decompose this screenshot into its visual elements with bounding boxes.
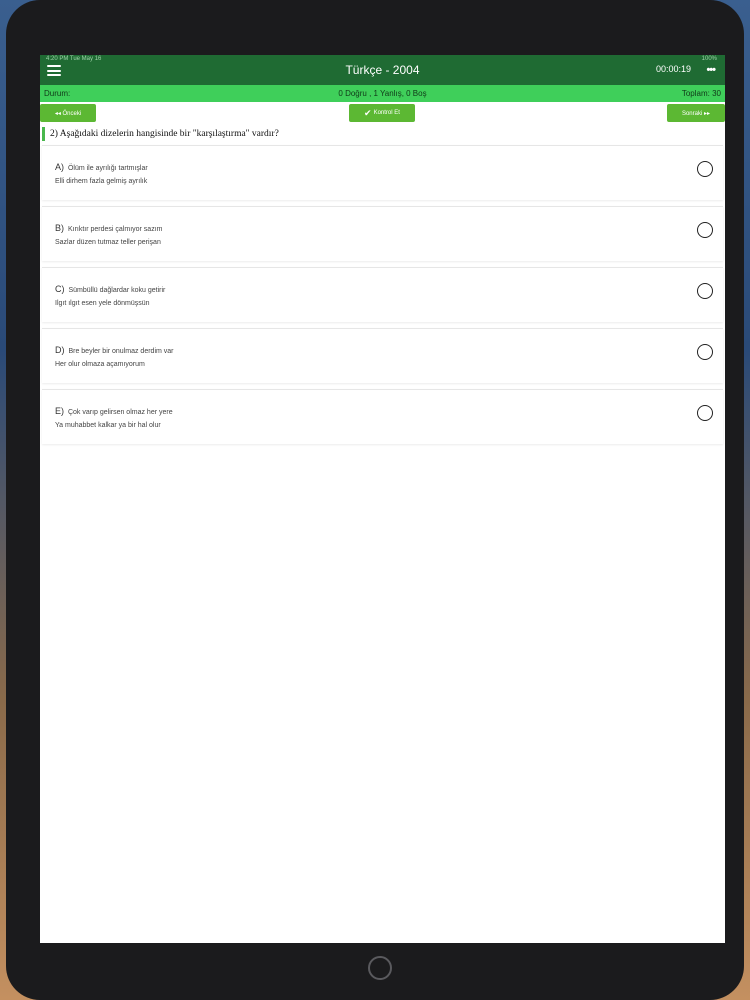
option-line2: Elli dirhem fazla gelmiş ayrılık bbox=[55, 178, 148, 185]
option-b[interactable]: B) Kırıktır perdesi çalmıyor sazım Sazla… bbox=[42, 206, 723, 261]
option-line1: Sümbüllü dağlardar koku getirir bbox=[68, 287, 166, 294]
check-button-label: Kontrol Et bbox=[373, 110, 400, 116]
option-letter: D) bbox=[55, 345, 65, 355]
navigation-bar: 4:20 PM Tue May 16 100% Türkçe - 2004 00… bbox=[40, 55, 725, 85]
option-line2: Ilgıt ılgıt esen yele dönmüşsün bbox=[55, 300, 150, 307]
home-button[interactable] bbox=[368, 956, 392, 980]
option-line2: Sazlar düzen tutmaz teller perişan bbox=[55, 239, 161, 246]
radio-button-icon[interactable] bbox=[697, 222, 713, 238]
option-line1: Bre beyler bir onulmaz derdim var bbox=[68, 348, 174, 355]
page-title: Türkçe - 2004 bbox=[345, 63, 420, 77]
option-c[interactable]: C) Sümbüllü dağlardar koku getirir Ilgıt… bbox=[42, 267, 723, 322]
score-total: Toplam: 30 bbox=[681, 89, 721, 98]
check-button[interactable]: ✔ Kontrol Et bbox=[349, 104, 415, 122]
option-line2: Ya muhabbet kalkar ya bir hal olur bbox=[55, 422, 161, 429]
check-icon: ✔ bbox=[364, 107, 372, 118]
radio-button-icon[interactable] bbox=[697, 344, 713, 360]
option-e[interactable]: E) Çok varıp gelirsen olmaz her yere Ya … bbox=[42, 389, 723, 444]
option-letter: A) bbox=[55, 162, 64, 172]
option-letter: B) bbox=[55, 223, 64, 233]
score-summary: 0 Doğru , 1 Yanlış, 0 Boş bbox=[338, 89, 427, 98]
status-battery: 100% bbox=[701, 56, 717, 62]
tablet-frame: 4:20 PM Tue May 16 100% Türkçe - 2004 00… bbox=[6, 0, 744, 1000]
option-d[interactable]: D) Bre beyler bir onulmaz derdim var Her… bbox=[42, 328, 723, 383]
radio-button-icon[interactable] bbox=[697, 161, 713, 177]
option-letter: E) bbox=[55, 406, 64, 416]
next-button[interactable]: Sonraki ▸▸ bbox=[667, 104, 725, 122]
radio-button-icon[interactable] bbox=[697, 283, 713, 299]
app-screen: 4:20 PM Tue May 16 100% Türkçe - 2004 00… bbox=[40, 55, 725, 943]
exam-timer: 00:00:19 bbox=[655, 64, 691, 74]
score-bar: Durum: 0 Doğru , 1 Yanlış, 0 Boş Toplam:… bbox=[40, 85, 725, 102]
status-time: 4:20 PM Tue May 16 bbox=[46, 56, 102, 62]
option-letter: C) bbox=[55, 284, 65, 294]
option-line1: Çok varıp gelirsen olmaz her yere bbox=[67, 409, 173, 416]
more-options-icon[interactable]: ••• bbox=[706, 64, 716, 76]
option-line1: Ölüm ile ayrılığı tartmışlar bbox=[67, 165, 148, 172]
option-line2: Her olur olmaza açamıyorum bbox=[55, 361, 145, 368]
question-text: 2) Aşağıdaki dizelerin hangisinde bir "k… bbox=[42, 127, 722, 141]
option-a[interactable]: A) Ölüm ile ayrılığı tartmışlar Elli dir… bbox=[42, 145, 723, 200]
option-line1: Kırıktır perdesi çalmıyor sazım bbox=[67, 226, 163, 233]
previous-button[interactable]: ◂◂ Önceki bbox=[40, 104, 96, 122]
radio-button-icon[interactable] bbox=[697, 405, 713, 421]
